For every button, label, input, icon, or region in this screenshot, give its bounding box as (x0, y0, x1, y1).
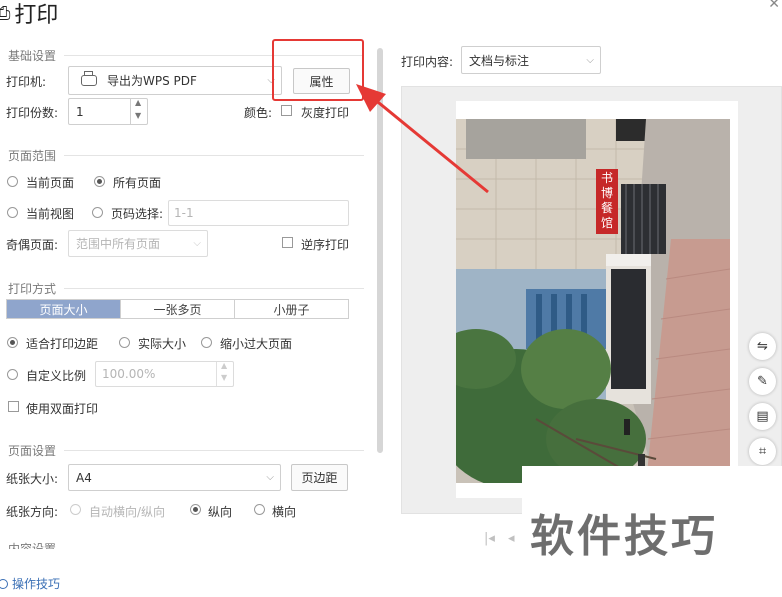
radio-landscape[interactable] (254, 504, 265, 515)
custom-scale-label: 自定义比例 (26, 369, 87, 383)
auto-orientation-label: 自动横向/纵向 (89, 505, 166, 519)
radio-shrink-large[interactable] (201, 337, 212, 348)
first-page-icon[interactable]: |◂ (484, 531, 495, 546)
content-setup-section: 内容设置 (0, 540, 366, 549)
copies-value: 1 (76, 104, 84, 119)
copies-stepper[interactable]: ▲ ▼ (130, 98, 147, 124)
dialog-title-bar: ⎙ 打印 (0, 0, 58, 29)
landscape-label: 横向 (272, 505, 297, 519)
portrait-label: 纵向 (208, 505, 233, 519)
radio-fit-margins[interactable] (7, 337, 18, 348)
radio-actual-size[interactable] (119, 337, 130, 348)
radio-page-select[interactable] (92, 207, 103, 218)
chevron-down-icon[interactable]: ▼ (221, 373, 227, 382)
tab-page-size[interactable]: 页面大小 (7, 300, 121, 318)
print-mode-tabs: 页面大小 一张多页 小册子 (6, 299, 349, 319)
printer-select[interactable]: 导出为WPS PDF ⌵ (68, 66, 282, 95)
margins-button[interactable]: 页边距 (291, 464, 348, 491)
scale-input[interactable]: 100.00% ▲ ▼ (95, 361, 234, 387)
divider (64, 450, 364, 451)
page-select-placeholder: 1-1 (174, 206, 194, 220)
divider (64, 155, 364, 156)
save-page-icon[interactable]: ▤ (749, 403, 776, 430)
tips-link[interactable]: 操作技巧 (0, 575, 60, 592)
close-icon[interactable]: ✕ (768, 0, 780, 12)
paper-size-select[interactable]: A4 ⌵ (68, 464, 281, 491)
odd-even-label: 奇偶页面: (6, 238, 59, 252)
chevron-up-icon[interactable]: ▲ (135, 98, 141, 107)
paper-size-label: 纸张大小: (6, 472, 59, 486)
section-title-page-setup: 页面设置 (8, 444, 57, 458)
actual-size-label: 实际大小 (138, 337, 187, 351)
fit-margins-label: 适合打印边距 (26, 337, 99, 351)
paper-size-value: A4 (76, 470, 92, 485)
radio-portrait[interactable] (190, 504, 201, 515)
tips-link-label: 操作技巧 (12, 577, 61, 591)
printer-icon (81, 71, 97, 86)
reverse-print-checkbox[interactable] (282, 237, 293, 248)
scale-stepper[interactable]: ▲ ▼ (216, 361, 233, 386)
orientation-label: 纸张方向: (6, 505, 59, 519)
radio-custom-scale[interactable] (7, 369, 18, 380)
annotation-arrow-icon (356, 84, 489, 194)
sign-text: 书 博 餐 馆 (600, 171, 613, 230)
edit-page-icon[interactable]: ✎ (749, 368, 776, 395)
print-content-label: 打印内容: (401, 55, 454, 69)
radio-current-view[interactable] (7, 207, 18, 218)
page-select-label: 页码选择: (111, 207, 164, 221)
odd-even-value: 范围中所有页面 (76, 237, 161, 251)
chevron-down-icon: ⌵ (586, 54, 594, 66)
radio-auto-orientation[interactable] (70, 504, 81, 515)
copies-input[interactable]: 1 ▲ ▼ (68, 98, 148, 125)
grayscale-checkbox[interactable] (281, 105, 292, 116)
print-content-select[interactable]: 文档与标注 ⌵ (461, 46, 601, 74)
odd-even-select[interactable]: 范围中所有页面 ⌵ (68, 230, 208, 257)
chevron-down-icon: ⌵ (193, 238, 201, 249)
page-select-input[interactable]: 1-1 (168, 200, 349, 226)
chevron-up-icon[interactable]: ▲ (221, 361, 227, 370)
help-icon (0, 578, 8, 589)
scale-value: 100.00% (102, 367, 156, 381)
printer-value: 导出为WPS PDF (107, 74, 197, 88)
printer-label: 打印机: (6, 75, 47, 89)
reverse-print-label: 逆序打印 (301, 238, 350, 252)
section-title-content-setup: 内容设置 (8, 542, 57, 549)
tab-multi-page[interactable]: 一张多页 (121, 300, 235, 318)
current-page-label: 当前页面 (26, 176, 75, 190)
print-icon: ⎙ (0, 2, 11, 24)
crop-icon[interactable]: ⌗ (749, 438, 776, 465)
prev-page-icon[interactable]: ◂ (508, 531, 515, 546)
zoom-tool-icon[interactable]: ⇋ (749, 333, 776, 360)
duplex-label: 使用双面打印 (26, 402, 99, 416)
chevron-down-icon: ⌵ (266, 472, 274, 483)
color-label: 颜色: (244, 106, 273, 120)
tab-booklet[interactable]: 小册子 (235, 300, 348, 318)
section-title-page-range: 页面范围 (8, 149, 57, 163)
watermark-text: 软件技巧 (530, 511, 718, 562)
divider (64, 288, 364, 289)
print-content-value: 文档与标注 (469, 53, 530, 68)
chevron-down-icon[interactable]: ▼ (135, 111, 141, 120)
current-view-label: 当前视图 (26, 207, 75, 221)
section-title-basic: 基础设置 (8, 49, 57, 63)
duplex-checkbox[interactable] (8, 401, 19, 412)
radio-current-page[interactable] (7, 176, 18, 187)
all-pages-label: 所有页面 (113, 176, 162, 190)
copies-label: 打印份数: (6, 106, 59, 120)
dialog-title: 打印 (14, 3, 59, 28)
radio-all-pages[interactable] (94, 176, 105, 187)
section-title-print-mode: 打印方式 (8, 282, 57, 296)
shrink-large-label: 缩小过大页面 (220, 337, 293, 351)
